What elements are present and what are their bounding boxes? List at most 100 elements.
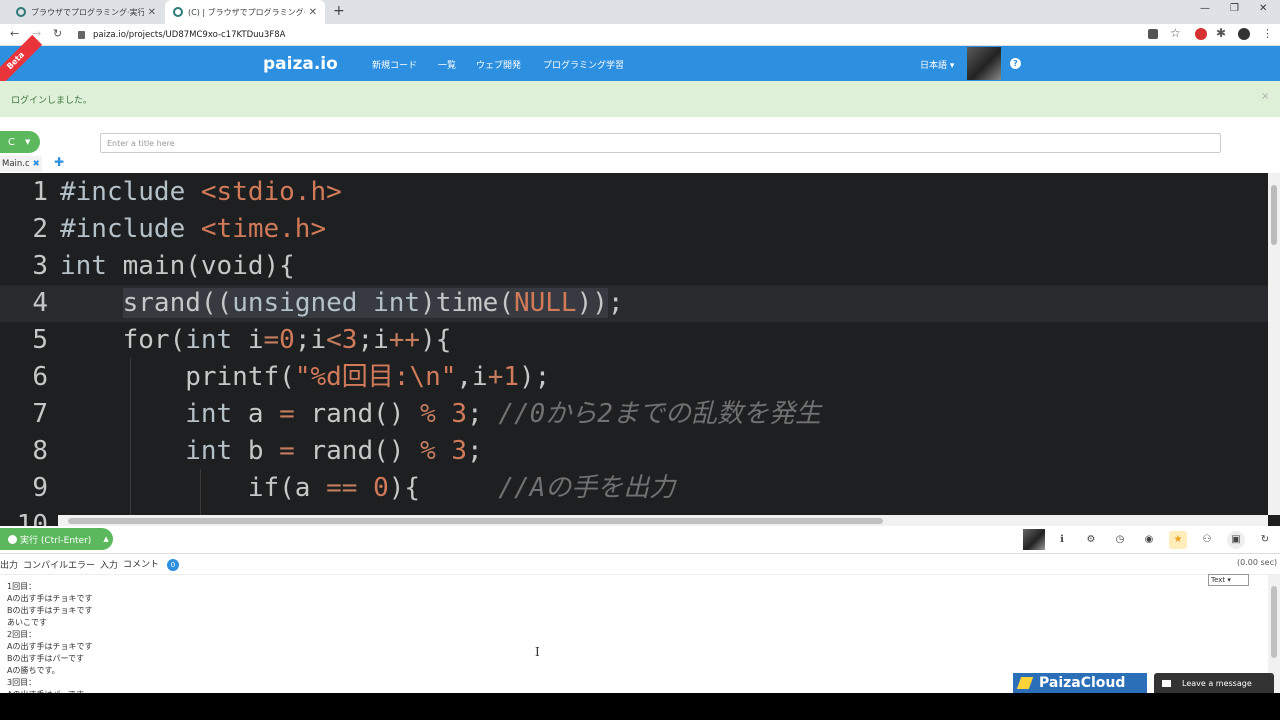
close-window-icon[interactable]: ✕ [1259, 3, 1267, 14]
output-tabs: 出力 コンパイルエラー 入力 コメント 0 [0, 557, 189, 571]
alert-close-icon[interactable]: × [1261, 91, 1269, 102]
output-line: あいこです [7, 618, 47, 627]
login-alert [0, 81, 1280, 117]
paiza-logo[interactable]: paiza.io [263, 54, 338, 74]
user-avatar[interactable] [967, 47, 1001, 80]
nav-web-dev[interactable]: ウェブ開発 [476, 58, 521, 71]
close-tab-icon[interactable]: ✕ [309, 7, 317, 18]
editor-horizontal-scrollbar[interactable] [58, 515, 1268, 526]
code-text: printf("%d回目:\n",i+1); [60, 359, 550, 396]
new-tab-icon[interactable]: + [333, 3, 345, 19]
code-token: #include [60, 214, 201, 244]
tab-input[interactable]: 入力 [100, 558, 118, 571]
code-token: = [279, 436, 311, 466]
browser-tab-1[interactable]: ブラウザでプログラミング·実行ができる ✕ [8, 0, 164, 24]
nav-learning[interactable]: プログラミング学習 [543, 58, 624, 71]
editor-vertical-scrollbar[interactable] [1268, 173, 1280, 515]
tab-comment[interactable]: コメント 0 [123, 557, 184, 571]
file-tab-label: Main.c [2, 159, 30, 169]
code-line[interactable]: 1 #include <stdio.h> [0, 174, 1268, 211]
code-line[interactable]: 8 int b = rand() % 3; [0, 433, 1268, 470]
code-token: for( [60, 325, 186, 355]
language-select-button[interactable]: C ▼ [0, 131, 40, 153]
close-tab-icon[interactable]: ✕ [148, 7, 156, 18]
code-token: ){ [388, 473, 499, 503]
nav-list[interactable]: 一覧 [438, 58, 456, 71]
output-format-value: Text [1211, 576, 1226, 584]
code-token: <time.h> [200, 214, 327, 244]
gear-icon[interactable]: ⚙ [1082, 531, 1100, 549]
caret-down-icon[interactable]: ▲ [103, 535, 108, 543]
output-line: Aの勝ちです。 [7, 666, 60, 675]
line-number: 8 [32, 436, 48, 466]
code-token: //Aの手を出力 [498, 473, 676, 503]
language-menu[interactable]: 日本語 ▾ [920, 58, 954, 71]
paizacloud-banner[interactable]: PaizaCloud [1013, 673, 1147, 693]
code-text: srand((unsigned int)time(NULL)); [60, 285, 624, 322]
code-token: ; [467, 436, 483, 466]
scroll-thumb[interactable] [68, 518, 883, 524]
code-text: #include <time.h> [60, 211, 326, 248]
title-input[interactable] [100, 133, 1221, 153]
refresh-icon[interactable]: ↻ [1256, 531, 1274, 549]
bookmark-star-icon[interactable]: ☆ [1170, 26, 1181, 40]
code-text: for(int i=0;i<3;i++){ [60, 322, 452, 359]
code-token: ,i [456, 362, 488, 392]
browser-tab-title: ブラウザでプログラミング·実行ができる [31, 7, 144, 17]
tab-compile-error[interactable]: コンパイルエラー [23, 558, 95, 571]
code-token: 3 [341, 325, 358, 355]
code-line[interactable]: 6 printf("%d回目:\n",i+1); [0, 359, 1268, 396]
puzzle-icon[interactable]: ✱ [1216, 26, 1226, 40]
minimize-icon[interactable]: — [1200, 3, 1210, 14]
caret-down-icon: ▼ [24, 138, 31, 146]
output-format-select[interactable]: Text ▾ [1208, 574, 1249, 586]
favorite-star-icon[interactable]: ★ [1169, 531, 1187, 549]
code-token: % [420, 436, 452, 466]
lock-icon[interactable]: ▣ [1227, 531, 1245, 549]
code-token: <stdio.h> [200, 177, 342, 207]
code-editor[interactable]: 1 #include <stdio.h> 2 #include <time.h> 3 in… [0, 173, 1280, 526]
reload-icon[interactable]: ↻ [53, 27, 62, 40]
language-label: C [8, 136, 15, 148]
code-line[interactable]: 9 if(a == 0){ //Aの手を出力 [0, 470, 1268, 507]
file-tab[interactable]: Main.c ✖ [0, 156, 42, 172]
code-line[interactable]: 7 int a = rand() % 3; //0から2までの乱数を発生 [0, 396, 1268, 433]
envelope-icon [1162, 679, 1171, 687]
code-line[interactable]: 2 #include <time.h> [0, 211, 1268, 248]
code-line[interactable]: 3 int main(void){ [0, 248, 1268, 285]
browser-tab-2[interactable]: (C) | ブラウザでプログラミング·実行が ✕ [165, 0, 325, 24]
code-token: 0 [279, 325, 295, 355]
clock-icon[interactable]: ◷ [1111, 531, 1129, 549]
line-number: 1 [32, 177, 48, 207]
extension-icon[interactable] [1195, 28, 1207, 40]
github-icon[interactable]: ◉ [1140, 531, 1158, 549]
info-icon[interactable]: ℹ [1053, 531, 1071, 549]
user-avatar-small[interactable] [1023, 529, 1045, 550]
code-token: int [185, 436, 248, 466]
code-text: #include <stdio.h> [60, 174, 342, 211]
nav-new-code[interactable]: 新規コード [372, 58, 417, 71]
tab-output[interactable]: 出力 [0, 558, 18, 571]
code-line[interactable]: 4 srand((unsigned int)time(NULL)); [0, 285, 1268, 322]
add-file-icon[interactable]: ✚ [54, 155, 64, 169]
code-token: ); [519, 362, 551, 392]
profile-icon[interactable] [1238, 28, 1250, 40]
restore-icon[interactable]: ❐ [1230, 3, 1239, 14]
code-token: NULL [513, 288, 577, 318]
menu-icon[interactable]: ⋮ [1262, 27, 1273, 40]
line-number: 4 [32, 288, 48, 318]
back-icon[interactable]: ← [10, 27, 19, 40]
users-icon[interactable]: ⚇ [1198, 531, 1216, 549]
help-icon[interactable]: ? [1010, 58, 1021, 69]
url-field[interactable]: paiza.io/projects/UD87MC9xo-c17KTDuu3F8A [78, 26, 285, 44]
leave-message-button[interactable]: Leave a message [1154, 673, 1274, 693]
close-file-icon[interactable]: ✖ [33, 159, 40, 169]
code-token: 3 [451, 399, 468, 429]
key-icon[interactable] [1148, 29, 1158, 39]
code-line[interactable]: 5 for(int i=0;i<3;i++){ [0, 322, 1268, 359]
scroll-thumb[interactable] [1271, 185, 1277, 245]
run-button[interactable]: 実行 (Ctrl-Enter) ▲ [0, 528, 113, 550]
scroll-thumb[interactable] [1271, 586, 1277, 658]
output-line: Aの出す手はチョキです [7, 594, 93, 603]
url-text: paiza.io/projects/UD87MC9xo-c17KTDuu3F8A [93, 30, 286, 40]
